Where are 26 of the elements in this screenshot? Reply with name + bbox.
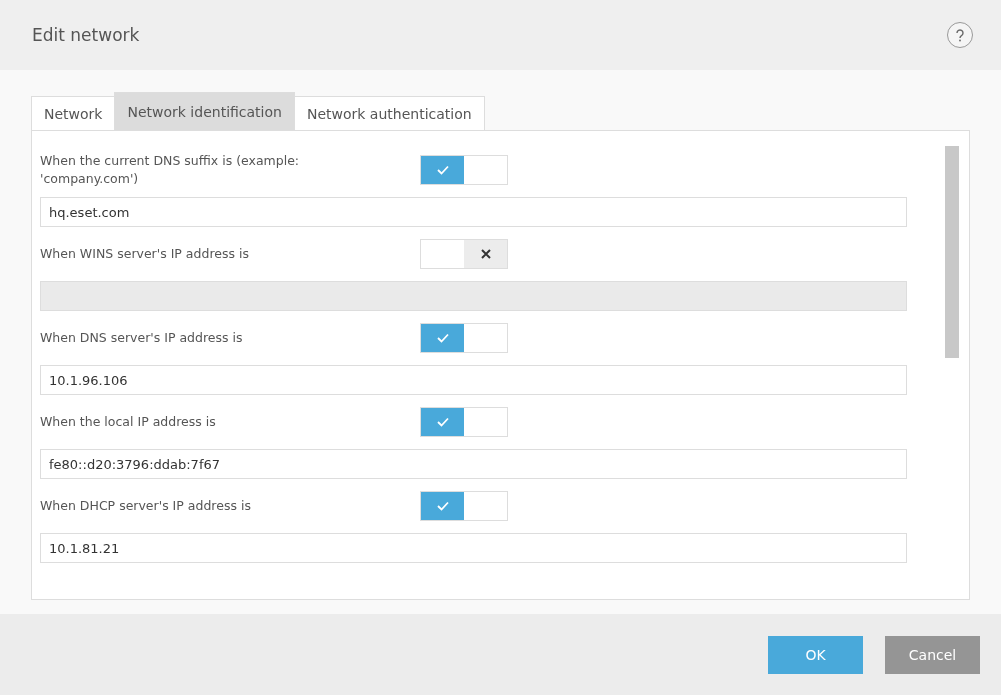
- input-field[interactable]: 10.1.81.21: [40, 533, 907, 564]
- condition-label: When DNS server's IP address is: [40, 329, 244, 348]
- condition-label: When the local IP address is: [40, 413, 217, 432]
- toggle-switch[interactable]: [420, 407, 508, 438]
- condition-label: When DHCP server's IP address is: [40, 497, 252, 516]
- check-icon: [436, 417, 449, 428]
- condition-label: When WINS server's IP address is: [40, 245, 250, 264]
- check-icon: [436, 333, 449, 344]
- check-icon: [436, 165, 449, 176]
- toggle-switch[interactable]: [420, 155, 508, 186]
- help-button[interactable]: [947, 22, 973, 49]
- input-field[interactable]: 10.1.96.106: [40, 365, 907, 396]
- tab[interactable]: Network authentication: [293, 96, 485, 131]
- toggle-switch[interactable]: [420, 491, 508, 522]
- toggle-switch[interactable]: [420, 323, 508, 354]
- dialog-title: Edit network: [32, 25, 140, 46]
- check-icon: [436, 501, 449, 512]
- tab[interactable]: Network identification: [114, 92, 295, 131]
- tab[interactable]: Network: [31, 96, 116, 131]
- toggle-switch[interactable]: [420, 239, 508, 270]
- condition-label: When the current DNS suffix is (example: 'company.com'): [40, 152, 301, 189]
- help-icon: [955, 28, 965, 42]
- close-icon: [480, 249, 491, 260]
- input-field[interactable]: fe80::d20:3796:ddab:7f67: [40, 449, 907, 480]
- input-field[interactable]: hq.eset.com: [40, 197, 907, 228]
- scrollbar-thumb[interactable]: [945, 146, 959, 359]
